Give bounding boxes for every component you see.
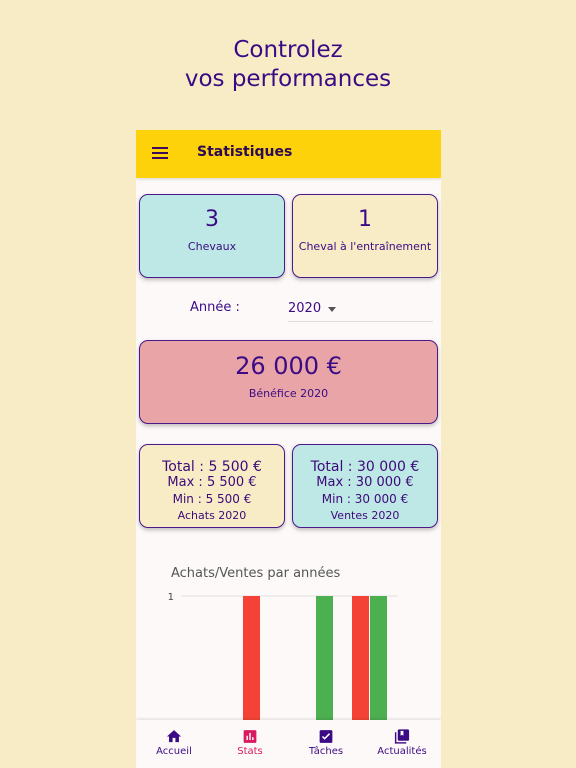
horses-count: 3	[205, 207, 219, 232]
nav-item-home[interactable]: Accueil	[136, 720, 212, 768]
page-title: Statistiques	[197, 144, 293, 160]
purchases-label: Achats 2020	[177, 509, 247, 522]
horses-count-card: 3 Chevaux	[139, 194, 285, 278]
library-icon	[393, 728, 411, 745]
chart-title: Achats/Ventes par années	[171, 566, 341, 581]
nav-item-bar-chart[interactable]: Stats	[212, 720, 288, 768]
dropdown-arrow-icon	[328, 307, 336, 312]
chart-bar-ventes	[316, 596, 333, 720]
horses-label: Chevaux	[187, 240, 237, 253]
sales-total: Total : 30 000 €	[310, 459, 420, 475]
purchases-min: Min : 5 500 €	[172, 492, 252, 506]
purchases-max: Max : 5 500 €	[167, 475, 257, 490]
purchases-card: Total : 5 500 € Max : 5 500 € Min : 5 50…	[139, 444, 285, 528]
sales-card: Total : 30 000 € Max : 30 000 € Min : 30…	[292, 444, 438, 528]
year-label: Année :	[190, 300, 240, 315]
nav-label: Stats	[237, 746, 263, 757]
nav-label: Tâches	[308, 746, 344, 757]
nav-label: Actualités	[377, 746, 427, 757]
sales-label: Ventes 2020	[330, 509, 400, 522]
purchases-sales-chart: 1	[168, 592, 398, 720]
purchases-total: Total : 5 500 €	[162, 459, 262, 475]
nav-label: Accueil	[156, 746, 192, 757]
profit-label: Bénéfice 2020	[248, 387, 329, 400]
profit-card: 26 000 € Bénéfice 2020	[139, 340, 438, 424]
year-value: 2020	[288, 301, 322, 316]
nav-item-checkbox[interactable]: Tâches	[288, 720, 364, 768]
chart-bar-achats	[352, 596, 369, 720]
chart-bar-achats	[243, 596, 260, 720]
nav-item-library[interactable]: Actualités	[364, 720, 440, 768]
app-screen: Statistiques 3 Chevaux 1 Cheval à l'entr…	[136, 130, 441, 768]
training-label: Cheval à l'entraînement	[298, 240, 432, 253]
bar-chart-icon	[241, 728, 259, 745]
chart-bar-ventes	[370, 596, 387, 720]
profit-value: 26 000 €	[235, 352, 342, 380]
menu-icon[interactable]	[152, 147, 168, 161]
promo-line-1: Controlez	[233, 37, 343, 63]
promo-line-2: vos performances	[184, 66, 392, 92]
checkbox-icon	[317, 728, 335, 745]
y-tick-label: 1	[168, 592, 174, 603]
app-bar: Statistiques	[136, 130, 441, 178]
sales-max: Max : 30 000 €	[316, 475, 414, 490]
year-dropdown[interactable]: 2020	[288, 293, 433, 322]
training-count-card: 1 Cheval à l'entraînement	[292, 194, 438, 278]
home-icon	[165, 728, 183, 745]
sales-min: Min : 30 000 €	[321, 492, 409, 506]
training-count: 1	[358, 207, 372, 232]
bottom-navigation: Accueil Stats Tâches Actualités	[136, 720, 441, 768]
